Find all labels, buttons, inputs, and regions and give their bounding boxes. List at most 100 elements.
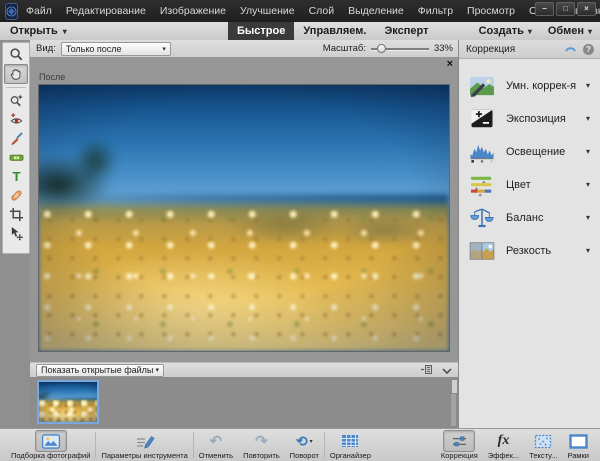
bin-filter-dropdown[interactable]: Показать открытые файлы ▾ — [36, 364, 164, 377]
red-eye-tool-icon[interactable] — [5, 110, 27, 129]
smart-fix-icon — [467, 74, 497, 98]
type-tool-icon[interactable]: T — [5, 167, 27, 186]
toolbox-column: T — [0, 40, 30, 428]
chevron-down-icon[interactable]: ▾ — [586, 81, 590, 90]
chevron-down-icon[interactable]: ▾ — [586, 114, 590, 123]
reset-icon[interactable] — [564, 43, 577, 55]
action-bar: Открыть ▾ Быстрое Управляем. Эксперт Соз… — [0, 22, 600, 41]
adjustments-button[interactable]: Коррекция — [436, 429, 483, 461]
adjustment-sharpness[interactable]: Резкость ▾ — [459, 234, 600, 267]
photo-bin-icon — [35, 430, 67, 452]
lighting-icon — [467, 140, 497, 164]
bin-scrollbar-thumb[interactable] — [451, 379, 458, 394]
photo-bin-bar: Показать открытые файлы ▾ — [30, 362, 458, 378]
view-dropdown[interactable]: Только после ▾ — [61, 42, 171, 56]
taskbar-label: Коррекция — [441, 451, 478, 460]
mode-tabs: Быстрое Управляем. Эксперт — [228, 22, 438, 40]
menu-enhance[interactable]: Улучшение — [240, 5, 295, 17]
canvas-area: × После — [30, 57, 458, 362]
tool-options-button[interactable]: Параметры инструмента — [96, 429, 192, 461]
redo-button[interactable]: ↷ Повторить — [238, 429, 285, 461]
quick-selection-tool-icon[interactable] — [5, 91, 27, 110]
view-dropdown-value: Только после — [66, 44, 122, 54]
zoom-slider[interactable] — [371, 44, 429, 53]
create-label: Создать — [479, 25, 524, 37]
tab-guided[interactable]: Управляем. — [294, 22, 375, 40]
create-button[interactable]: Создать ▾ — [479, 25, 532, 37]
frames-button[interactable]: Рамки — [562, 429, 594, 461]
share-button[interactable]: Обмен ▾ — [548, 25, 592, 37]
open-label: Открыть — [10, 25, 58, 37]
taskbar-label: Тексту... — [529, 451, 557, 460]
textures-button[interactable]: Тексту... — [524, 429, 562, 461]
help-icon[interactable]: ? — [583, 44, 594, 55]
tab-expert[interactable]: Эксперт — [375, 22, 437, 40]
photo-document[interactable] — [38, 84, 450, 352]
frames-icon — [569, 431, 588, 451]
photo-thumbnail[interactable] — [37, 380, 99, 424]
chevron-down-icon: ▾ — [310, 438, 313, 445]
chevron-down-icon[interactable]: ▾ — [586, 213, 590, 222]
balance-icon — [467, 206, 497, 230]
organizer-button[interactable]: Органайзер — [325, 429, 376, 461]
photoshop-elements-window: Файл Редактирование Изображение Улучшени… — [0, 0, 600, 461]
minimize-button[interactable]: − — [535, 2, 554, 16]
taskbar: Подборка фотографий Параметры инструмент… — [0, 428, 600, 461]
effects-button[interactable]: fx Эффек... — [483, 429, 524, 461]
menu-select[interactable]: Выделение — [348, 5, 404, 17]
undo-button[interactable]: ↶ Отменить — [194, 429, 238, 461]
menu-file[interactable]: Файл — [26, 5, 52, 17]
exposure-icon — [467, 107, 497, 131]
chevron-down-icon[interactable]: ▾ — [586, 246, 590, 255]
adjustment-color[interactable]: Цвет ▾ — [459, 168, 600, 201]
menu-edit[interactable]: Редактирование — [66, 5, 146, 17]
taskbar-label: Отменить — [199, 451, 233, 460]
view-options-bar: Вид: Только после ▾ Масштаб: 33% — [30, 40, 458, 58]
maximize-button[interactable]: □ — [556, 2, 575, 16]
share-label: Обмен — [548, 25, 584, 37]
adjustment-label: Освещение — [506, 146, 565, 158]
zoom-slider-knob[interactable] — [377, 44, 386, 53]
undo-icon: ↶ — [210, 434, 223, 449]
open-button[interactable]: Открыть ▾ — [10, 25, 67, 37]
adjustment-label: Баланс — [506, 212, 543, 224]
toolbox: T — [2, 42, 30, 254]
crop-tool-icon[interactable] — [5, 205, 27, 224]
rotate-button[interactable]: ⟲▾ Поворот — [285, 429, 324, 461]
chevron-down-icon[interactable]: ▾ — [586, 147, 590, 156]
svg-text:T: T — [12, 169, 20, 184]
titlebar: Файл Редактирование Изображение Улучшени… — [0, 0, 600, 22]
taskbar-label: Эффек... — [488, 451, 519, 460]
close-image-icon[interactable]: × — [447, 59, 453, 70]
spot-healing-tool-icon[interactable] — [5, 186, 27, 205]
straighten-tool-icon[interactable] — [5, 148, 27, 167]
move-tool-icon[interactable] — [5, 224, 27, 243]
sharpness-icon — [467, 239, 497, 263]
close-button[interactable]: × — [577, 2, 596, 16]
menu-layer[interactable]: Слой — [309, 5, 335, 17]
taskbar-label: Повторить — [243, 451, 280, 460]
menu-view[interactable]: Просмотр — [467, 5, 515, 17]
chevron-down-icon: ▾ — [528, 27, 532, 36]
menu-filter[interactable]: Фильтр — [418, 5, 453, 17]
taskbar-label: Подборка фотографий — [11, 451, 90, 460]
tool-options-icon — [135, 431, 155, 451]
redo-icon: ↷ — [255, 434, 268, 449]
bin-filter-value: Показать открытые файлы — [41, 365, 153, 375]
taskbar-label: Параметры инструмента — [101, 451, 187, 460]
tab-quick[interactable]: Быстрое — [228, 22, 294, 40]
zoom-tool-icon[interactable] — [5, 45, 27, 64]
adjustment-smart-fix[interactable]: Умн. коррек-я ▾ — [459, 69, 600, 102]
chevron-down-icon: ▾ — [588, 27, 592, 36]
hand-tool-icon[interactable] — [4, 64, 28, 84]
adjustment-lighting[interactable]: Освещение ▾ — [459, 135, 600, 168]
chevron-down-icon[interactable]: ▾ — [586, 180, 590, 189]
adjustments-panel: Коррекция ? Умн. коррек-я ▾ Экспозиц — [458, 40, 600, 428]
adjustment-exposure[interactable]: Экспозиция ▾ — [459, 102, 600, 135]
whiten-brush-tool-icon[interactable] — [5, 129, 27, 148]
adjustment-label: Цвет — [506, 179, 531, 191]
adjustment-balance[interactable]: Баланс ▾ — [459, 201, 600, 234]
menu-image[interactable]: Изображение — [160, 5, 226, 17]
bin-scrollbar[interactable] — [450, 378, 457, 427]
photo-bin-button[interactable]: Подборка фотографий — [6, 429, 95, 461]
